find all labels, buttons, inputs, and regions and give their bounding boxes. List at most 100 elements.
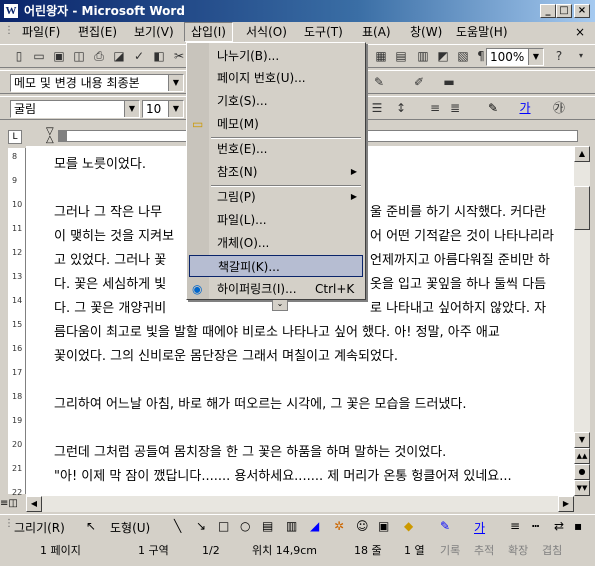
zoom-select[interactable]: 100% ▼ bbox=[486, 48, 544, 66]
menu-format[interactable]: 서식(O) bbox=[240, 23, 293, 41]
diagram-icon[interactable]: ✲ bbox=[334, 519, 344, 533]
insert-comment-icon[interactable]: ✎ bbox=[370, 74, 388, 90]
insert-table-icon[interactable]: ▦ bbox=[372, 48, 390, 64]
window-title: 어린왕자 - Microsoft Word bbox=[24, 4, 185, 18]
help-icon[interactable]: ? bbox=[550, 48, 568, 64]
menu-item-numbering[interactable]: 번호(E)... bbox=[189, 138, 363, 160]
reviewing-pane-icon[interactable]: ▬ bbox=[440, 74, 458, 90]
shadow-style-icon[interactable]: ▪ bbox=[574, 519, 582, 533]
vertical-scrollbar[interactable]: ▲ ▼ ▲▲ ● ▼▼ bbox=[574, 146, 590, 496]
document-map-icon[interactable]: ▧ bbox=[454, 48, 472, 64]
chevron-down-icon[interactable]: ▼ bbox=[168, 101, 183, 117]
display-for-review-select[interactable]: 메모 및 변경 내용 최종본 ▼ bbox=[10, 74, 184, 92]
vertical-text-box-icon[interactable]: ▥ bbox=[286, 519, 297, 533]
print-icon[interactable]: ⎙ bbox=[90, 48, 108, 64]
menu-file[interactable]: 파일(F) bbox=[16, 23, 66, 41]
select-objects-icon[interactable]: ↖ bbox=[86, 519, 96, 533]
chevron-down-icon[interactable]: ▼ bbox=[528, 49, 543, 65]
draw-menu-button[interactable]: 그리기(R) bbox=[14, 519, 65, 536]
line-style-icon[interactable]: ≡ bbox=[510, 519, 520, 533]
doc-line: 꽃이었다. 그의 신비로운 몸단장은 그래서 며칠이고 계속되었다. bbox=[54, 349, 399, 364]
menu-tools[interactable]: 도구(T) bbox=[298, 23, 349, 41]
menu-item-page-numbers[interactable]: 페이지 번호(U)... bbox=[189, 67, 363, 89]
menu-help[interactable]: 도움말(H) bbox=[450, 23, 514, 41]
expand-menu-chevron-icon[interactable]: ⌄ bbox=[272, 300, 288, 311]
close-button[interactable]: × bbox=[574, 4, 590, 18]
track-changes-icon[interactable]: ✐ bbox=[410, 74, 428, 90]
wordart-icon[interactable]: ◢ bbox=[310, 519, 319, 533]
menu-edit[interactable]: 편집(E) bbox=[72, 23, 123, 41]
scroll-left-icon[interactable]: ◀ bbox=[26, 496, 42, 512]
menu-window[interactable]: 창(W) bbox=[404, 23, 448, 41]
menu-item-break[interactable]: 나누기(B)... bbox=[189, 45, 363, 67]
open-icon[interactable]: ▭ bbox=[30, 48, 48, 64]
next-page-icon[interactable]: ▼▼ bbox=[574, 480, 590, 496]
select-browse-object-icon[interactable]: ● bbox=[574, 464, 590, 480]
menu-view[interactable]: 보기(V) bbox=[128, 23, 180, 41]
tab-selector-icon[interactable]: L bbox=[8, 130, 22, 144]
web-layout-icon[interactable]: ◫ bbox=[8, 498, 17, 509]
font-color-icon[interactable]: 가 bbox=[474, 519, 485, 536]
oval-icon[interactable]: ○ bbox=[240, 519, 250, 533]
insert-picture-icon[interactable]: ▣ bbox=[378, 519, 389, 533]
permission-icon[interactable]: ◫ bbox=[70, 48, 88, 64]
maximize-button[interactable]: □ bbox=[556, 4, 572, 18]
dash-style-icon[interactable]: ┅ bbox=[532, 519, 539, 533]
fill-color-icon[interactable]: ◆ bbox=[404, 519, 413, 533]
insert-excel-icon[interactable]: ▤ bbox=[392, 48, 410, 64]
menu-table[interactable]: 표(A) bbox=[356, 23, 397, 41]
previous-page-icon[interactable]: ▲▲ bbox=[574, 448, 590, 464]
chevron-down-icon[interactable]: ▼ bbox=[124, 101, 139, 117]
font-size-select[interactable]: 10 ▼ bbox=[142, 100, 184, 118]
research-icon[interactable]: ◧ bbox=[150, 48, 168, 64]
menu-item-file[interactable]: 파일(L)... bbox=[189, 209, 363, 231]
horizontal-scrollbar[interactable]: ◀ ▶ bbox=[26, 496, 574, 512]
save-icon[interactable]: ▣ bbox=[50, 48, 68, 64]
menu-item-picture[interactable]: 그림(P) ▶ bbox=[189, 186, 363, 208]
scroll-thumb[interactable] bbox=[574, 186, 590, 230]
spelling-icon[interactable]: ✓ bbox=[130, 48, 148, 64]
drawing-icon[interactable]: ◩ bbox=[434, 48, 452, 64]
line-icon[interactable]: ╲ bbox=[174, 519, 181, 533]
menu-item-comment[interactable]: ▭ 메모(M) bbox=[189, 113, 363, 135]
indent-marker-icon[interactable]: ▽ △ bbox=[46, 127, 56, 145]
status-ext[interactable]: 확장 bbox=[508, 543, 528, 559]
arrow-style-icon[interactable]: ⇄ bbox=[554, 519, 564, 533]
font-color-icon[interactable]: 가 bbox=[516, 100, 534, 116]
menu-item-object[interactable]: 개체(O)... bbox=[189, 232, 363, 254]
line-spacing-icon[interactable]: ↕ bbox=[392, 100, 410, 116]
word-app-icon[interactable]: W bbox=[3, 3, 19, 19]
phonetic-guide-icon[interactable]: ㉮ bbox=[550, 100, 568, 116]
scroll-up-icon[interactable]: ▲ bbox=[574, 146, 590, 162]
menu-insert[interactable]: 삽입(I) bbox=[184, 22, 233, 42]
autoshapes-button[interactable]: 도형(U) bbox=[110, 519, 150, 536]
status-trk[interactable]: 추적 bbox=[474, 543, 494, 559]
new-document-icon[interactable]: ▯ bbox=[10, 48, 28, 64]
distributed-align-icon[interactable]: ☰ bbox=[368, 100, 386, 116]
columns-icon[interactable]: ▥ bbox=[414, 48, 432, 64]
status-ovr[interactable]: 겹침 bbox=[542, 543, 562, 559]
text-box-icon[interactable]: ▤ bbox=[262, 519, 273, 533]
scroll-right-icon[interactable]: ▶ bbox=[558, 496, 574, 512]
line-color-icon[interactable]: ✎ bbox=[440, 519, 450, 533]
clip-art-icon[interactable]: ☺ bbox=[356, 519, 369, 533]
highlight-icon[interactable]: ✎ bbox=[484, 100, 502, 116]
menu-item-bookmark[interactable]: 책갈피(K)... bbox=[189, 255, 363, 277]
rectangle-icon[interactable]: □ bbox=[218, 519, 229, 533]
status-rec[interactable]: 기록 bbox=[440, 543, 460, 559]
arrow-icon[interactable]: ↘ bbox=[196, 519, 206, 533]
chevron-down-icon[interactable]: ▼ bbox=[168, 75, 183, 91]
menu-item-hyperlink[interactable]: ◉ 하이퍼링크(I)... Ctrl+K bbox=[189, 278, 363, 300]
minimize-button[interactable]: _ bbox=[540, 4, 556, 18]
font-select[interactable]: 굴림 ▼ bbox=[10, 100, 140, 118]
print-preview-icon[interactable]: ◪ bbox=[110, 48, 128, 64]
scroll-down-icon[interactable]: ▼ bbox=[574, 432, 590, 448]
document-close-icon[interactable]: × bbox=[575, 25, 585, 39]
menu-item-symbol[interactable]: 기호(S)... bbox=[189, 90, 363, 112]
drawbar-grip: ⋮ bbox=[4, 518, 14, 529]
bullets-icon[interactable]: ≣ bbox=[446, 100, 464, 116]
menu-item-reference[interactable]: 참조(N) ▶ bbox=[189, 161, 363, 183]
numbering-icon[interactable]: ≡ bbox=[426, 100, 444, 116]
toolbar-options-icon[interactable]: ▾ bbox=[572, 48, 590, 64]
ruler-tick-label: 21 bbox=[12, 464, 23, 473]
